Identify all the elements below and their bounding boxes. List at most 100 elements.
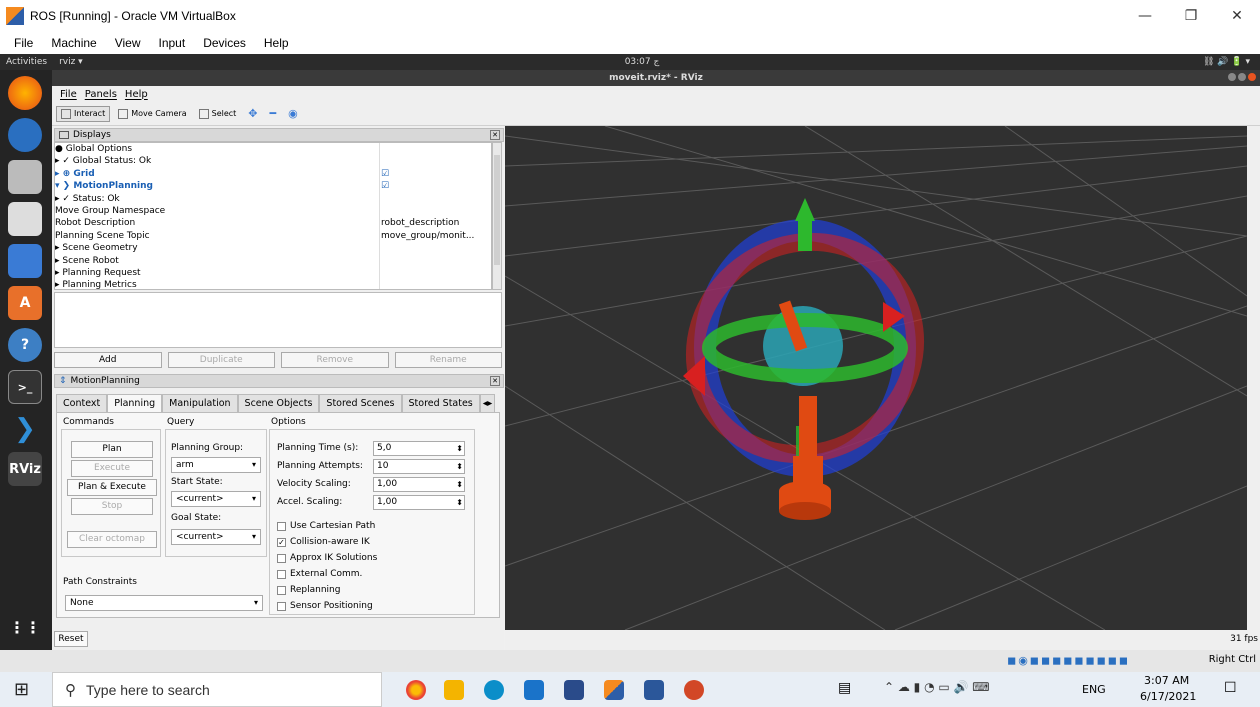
approx-ik-checkbox[interactable]: Approx IK Solutions: [277, 553, 377, 563]
files-icon[interactable]: [8, 160, 42, 194]
duplicate-button[interactable]: Duplicate: [167, 352, 275, 368]
powerpoint-icon[interactable]: [684, 680, 704, 700]
tree-row[interactable]: ▸ Scene Geometry: [55, 242, 491, 254]
tree-row[interactable]: ▸ ✓ Status: Ok: [55, 193, 491, 205]
tree-row[interactable]: Move Group Namespace: [55, 205, 491, 217]
tree-row[interactable]: ▸ Planning Metrics: [55, 279, 491, 289]
rviz-menu-file[interactable]: File: [60, 89, 77, 100]
interact-tool[interactable]: Interact: [56, 105, 111, 122]
help-icon[interactable]: ?: [8, 328, 42, 362]
velocity-scaling-input[interactable]: 1,00: [373, 477, 465, 492]
menu-machine[interactable]: Machine: [51, 36, 96, 50]
close-button[interactable]: ✕: [1214, 0, 1260, 32]
tab-stored-states[interactable]: Stored States: [401, 394, 480, 412]
viewport-collapse-handle[interactable]: [1247, 126, 1260, 630]
file-explorer-icon[interactable]: [444, 680, 464, 700]
mail-icon[interactable]: [524, 680, 544, 700]
goal-state-select[interactable]: <current>: [171, 529, 261, 545]
rviz-icon[interactable]: RViz: [8, 452, 42, 486]
maximize-icon[interactable]: [1238, 73, 1246, 81]
app-menu[interactable]: rviz ▾: [59, 57, 83, 67]
firefox-icon[interactable]: [8, 76, 42, 110]
rename-button[interactable]: Rename: [394, 352, 502, 368]
view-tool-button[interactable]: ◉: [284, 105, 302, 122]
chevron-right-icon[interactable]: ❯: [8, 412, 42, 446]
move-camera-tool[interactable]: Move Camera: [114, 107, 190, 121]
terminal-icon[interactable]: >_: [8, 370, 42, 404]
virtualbox-taskbar-icon[interactable]: [604, 680, 624, 700]
taskbar-date[interactable]: 6/17/2021: [1140, 690, 1196, 703]
planning-attempts-input[interactable]: 10: [373, 459, 465, 474]
planning-group-select[interactable]: arm: [171, 457, 261, 473]
tree-row[interactable]: ▸ ✓ Global Status: Ok: [55, 155, 491, 167]
language-indicator[interactable]: ENG: [1082, 683, 1106, 696]
notifications-icon[interactable]: ☐: [1224, 680, 1237, 696]
tab-context[interactable]: Context: [56, 394, 108, 412]
menu-input[interactable]: Input: [159, 36, 186, 50]
tree-row[interactable]: ▸ Scene Robot: [55, 255, 491, 267]
remove-button[interactable]: Remove: [281, 352, 389, 368]
sensor-positioning-checkbox[interactable]: Sensor Positioning: [277, 601, 373, 611]
vpn-icon[interactable]: [564, 680, 584, 700]
close-displays-icon[interactable]: ✕: [490, 130, 500, 140]
replanning-checkbox[interactable]: Replanning: [277, 585, 340, 595]
tab-scene-objects[interactable]: Scene Objects: [237, 394, 320, 412]
tab-planning[interactable]: Planning: [107, 394, 163, 412]
thunderbird-icon[interactable]: [8, 118, 42, 152]
path-constraints-select[interactable]: None: [65, 595, 263, 611]
windows-start-icon[interactable]: ⊞: [14, 679, 29, 700]
vbox-device-icons[interactable]: ◼◉◼◼◼◼◼◼◼◼◼: [1007, 654, 1130, 667]
activities-button[interactable]: Activities: [6, 57, 47, 67]
clear-octomap-button[interactable]: Clear octomap: [67, 531, 157, 548]
close-icon[interactable]: [1248, 73, 1256, 81]
edge-icon[interactable]: [484, 680, 504, 700]
close-motionplanning-icon[interactable]: ✕: [490, 376, 500, 386]
tree-row[interactable]: Robot Description robot_description: [55, 217, 491, 229]
tree-row[interactable]: ▸ Planning Request: [55, 267, 491, 279]
rviz-menu-help[interactable]: Help: [125, 89, 148, 100]
remove-tool-button[interactable]: ━: [266, 105, 281, 122]
planning-time-input[interactable]: 5,0: [373, 441, 465, 456]
tree-row[interactable]: ▸ ⊕ Grid ☑: [55, 168, 491, 180]
tree-row[interactable]: Planning Scene Topic move_group/monit...: [55, 230, 491, 242]
menu-view[interactable]: View: [115, 36, 141, 50]
3d-viewport[interactable]: [505, 126, 1247, 630]
tab-stored-scenes[interactable]: Stored Scenes: [319, 394, 402, 412]
tree-row[interactable]: ▾ ❯ MotionPlanning ☑: [55, 180, 491, 192]
restore-button[interactable]: ❐: [1168, 0, 1214, 32]
ubuntu-clock[interactable]: 03:07 ج: [612, 57, 672, 67]
tree-scrollbar[interactable]: [492, 142, 502, 290]
taskbar-time[interactable]: 3:07 AM: [1144, 674, 1189, 687]
tree-row[interactable]: ● Global Options: [55, 143, 491, 155]
stop-button[interactable]: Stop: [71, 498, 153, 515]
start-state-select[interactable]: <current>: [171, 491, 261, 507]
add-button[interactable]: Add: [54, 352, 162, 368]
software-icon[interactable]: A: [8, 286, 42, 320]
system-tray-icon[interactable]: ⛓ 🔊 🔋 ▾: [1203, 57, 1250, 67]
use-cartesian-path-checkbox[interactable]: Use Cartesian Path: [277, 521, 375, 531]
tray-icons[interactable]: ⌃ ☁ ▮ ◔ ▭ 🔊 ⌨: [884, 680, 990, 694]
external-comm-checkbox[interactable]: External Comm.: [277, 569, 362, 579]
tab-manipulation[interactable]: Manipulation: [162, 394, 238, 412]
menu-file[interactable]: File: [14, 36, 33, 50]
reset-button[interactable]: Reset: [54, 631, 88, 647]
menu-devices[interactable]: Devices: [203, 36, 246, 50]
plan-button[interactable]: Plan: [71, 441, 153, 458]
writer-icon[interactable]: [8, 244, 42, 278]
menu-help[interactable]: Help: [264, 36, 289, 50]
rviz-menu-panels[interactable]: Panels: [85, 89, 117, 100]
minimize-button[interactable]: —: [1122, 0, 1168, 32]
accel-scaling-input[interactable]: 1,00: [373, 495, 465, 510]
minimize-icon[interactable]: [1228, 73, 1236, 81]
search-box[interactable]: ⚲ Type here to search: [52, 672, 382, 707]
add-tool-button[interactable]: ✥: [244, 105, 261, 122]
select-tool[interactable]: Select: [195, 107, 241, 121]
app-grid-icon[interactable]: ⋮⋮: [8, 610, 42, 644]
scene-render[interactable]: [505, 126, 1247, 630]
chrome-icon[interactable]: [406, 680, 426, 700]
execute-button[interactable]: Execute: [71, 460, 153, 477]
plan-execute-button[interactable]: Plan & Execute: [67, 479, 157, 496]
tab-scroll-arrows-icon[interactable]: ◂▸: [479, 394, 496, 412]
news-widget-icon[interactable]: ▤: [838, 680, 851, 696]
word-icon[interactable]: [644, 680, 664, 700]
